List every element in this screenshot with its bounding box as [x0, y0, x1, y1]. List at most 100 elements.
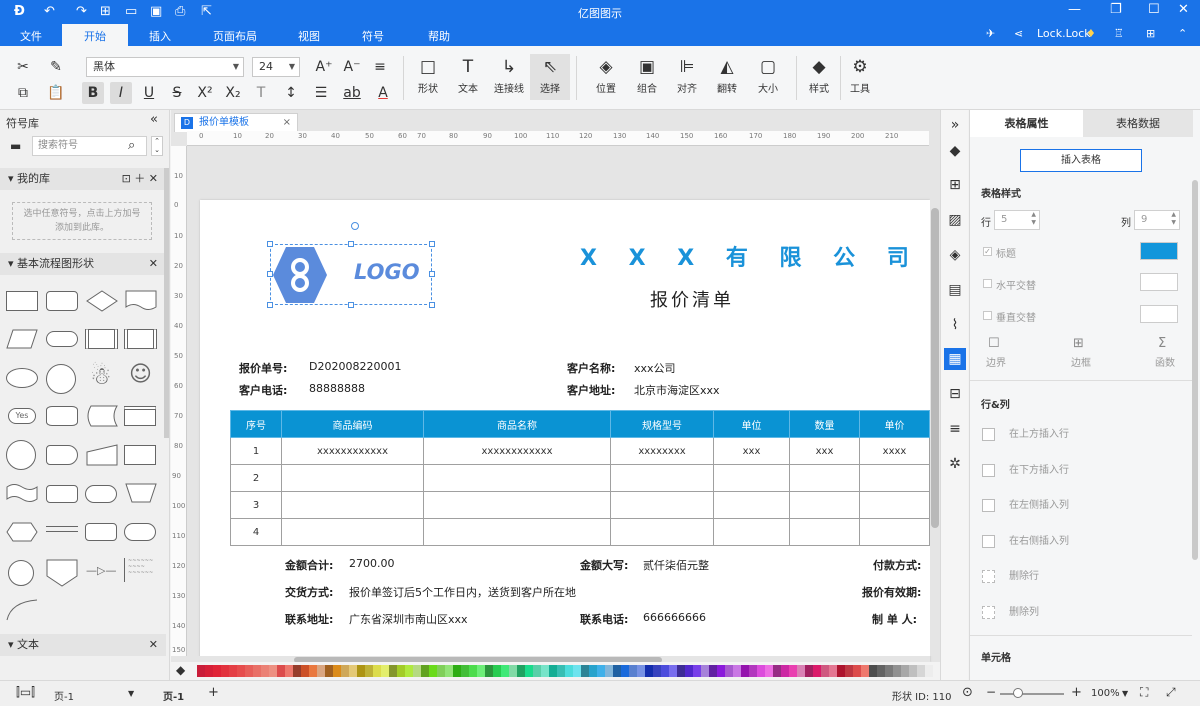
restore-icon[interactable]: ❐: [1110, 2, 1122, 17]
delivery-value[interactable]: 报价单签订后5个工作日内，送货到客户所在地: [349, 584, 576, 600]
shape-off-page[interactable]: [45, 558, 79, 588]
customer-phone-value[interactable]: 88888888: [309, 382, 365, 395]
shape-subroutine[interactable]: [124, 329, 157, 349]
color-swatch[interactable]: [469, 665, 477, 677]
color-swatch[interactable]: [677, 665, 685, 677]
zoom-in-icon[interactable]: +: [1071, 685, 1082, 700]
function-label[interactable]: 函数: [1155, 354, 1175, 369]
table-cell[interactable]: xxxxxxxxxxxx: [423, 437, 611, 465]
cut-icon[interactable]: ✂: [12, 56, 34, 78]
color-swatch[interactable]: [725, 665, 733, 677]
shape-arrow-connector[interactable]: —▷—: [86, 564, 116, 577]
shape-display[interactable]: [46, 485, 78, 503]
color-swatch[interactable]: [701, 665, 709, 677]
insert-table-button[interactable]: 插入表格: [1020, 149, 1142, 172]
color-swatch[interactable]: [757, 665, 765, 677]
color-swatch[interactable]: [805, 665, 813, 677]
color-swatch[interactable]: [589, 665, 597, 677]
color-swatch[interactable]: [597, 665, 605, 677]
tab-table-data[interactable]: 表格数据: [1083, 110, 1193, 137]
shape-tape[interactable]: [5, 481, 39, 505]
color-swatch[interactable]: [605, 665, 613, 677]
fill-bucket-icon[interactable]: ◆: [944, 140, 966, 162]
chevron-down-icon[interactable]: ▼: [1122, 689, 1128, 698]
text-case-icon[interactable]: T: [250, 82, 272, 104]
table-cell[interactable]: [713, 518, 790, 546]
text-section-header[interactable]: ▾ 文本 ✕: [0, 634, 166, 656]
shape-button[interactable]: □ 形状: [408, 56, 448, 95]
color-swatch[interactable]: [213, 665, 221, 677]
page-tab[interactable]: 页-1: [163, 688, 184, 703]
bullet-list-icon[interactable]: ☰: [310, 82, 332, 104]
table-cell[interactable]: [713, 491, 790, 519]
color-swatch[interactable]: [741, 665, 749, 677]
color-swatch[interactable]: [229, 665, 237, 677]
color-swatch[interactable]: [797, 665, 805, 677]
table-icon[interactable]: ▦: [944, 348, 966, 370]
highlight-icon[interactable]: ab: [341, 82, 363, 104]
color-swatch[interactable]: [645, 665, 653, 677]
zoom-out-icon[interactable]: −: [986, 685, 996, 699]
insert-row-above[interactable]: 在上方插入行: [982, 425, 1069, 441]
color-swatch[interactable]: [821, 665, 829, 677]
col-header[interactable]: 商品名称: [423, 410, 611, 438]
shape-decision[interactable]: [85, 289, 119, 313]
align-button[interactable]: ⊫ 对齐: [667, 56, 707, 95]
close-icon[interactable]: ✕: [1178, 2, 1189, 17]
color-swatch[interactable]: [437, 665, 445, 677]
color-swatch[interactable]: [453, 665, 461, 677]
color-swatch[interactable]: [413, 665, 421, 677]
color-swatch[interactable]: [365, 665, 373, 677]
copy-icon[interactable]: ⧉: [12, 82, 34, 104]
library-menu-icon[interactable]: ▬: [10, 139, 21, 153]
color-swatch[interactable]: [869, 665, 877, 677]
table-cell[interactable]: [789, 491, 860, 519]
quote-subtitle[interactable]: 报价清单: [650, 286, 734, 312]
spinner-icon[interactable]: ▲ ▼: [1031, 211, 1036, 227]
shape-data[interactable]: [5, 327, 39, 351]
color-swatch[interactable]: [829, 665, 837, 677]
vertical-scroll-thumb[interactable]: [931, 208, 939, 528]
page-dropdown[interactable]: 页-1: [54, 688, 74, 703]
color-swatch[interactable]: [813, 665, 821, 677]
rotate-handle[interactable]: [351, 222, 359, 230]
table-cell[interactable]: [281, 464, 424, 492]
chevron-down-icon[interactable]: ▼: [128, 689, 134, 698]
color-swatch[interactable]: [533, 665, 541, 677]
color-swatch[interactable]: [669, 665, 677, 677]
table-cell[interactable]: 2: [230, 464, 282, 492]
color-swatch[interactable]: [341, 665, 349, 677]
color-swatch[interactable]: [749, 665, 757, 677]
color-swatch[interactable]: [221, 665, 229, 677]
resize-handle[interactable]: [267, 271, 273, 277]
underline-icon[interactable]: U: [138, 82, 160, 104]
spinner-icon[interactable]: ▲ ▼: [1171, 211, 1176, 227]
shape-preparation[interactable]: [5, 520, 39, 544]
menu-symbol[interactable]: 符号: [362, 28, 384, 44]
page-icon[interactable]: ▤: [944, 279, 966, 301]
col-header[interactable]: 单价: [859, 410, 930, 438]
document-tab[interactable]: D 报价单模板 ×: [174, 113, 298, 132]
color-swatch[interactable]: [781, 665, 789, 677]
shape-document[interactable]: [124, 289, 158, 313]
border-label[interactable]: 边界: [986, 354, 1006, 369]
col-header[interactable]: 规格型号: [610, 410, 714, 438]
quote-table[interactable]: 序号 商品编码 商品名称 规格型号 单位 数量 单价 1 xxxxxxxxxxx…: [230, 410, 930, 546]
col-header[interactable]: 商品编码: [281, 410, 424, 438]
shape-delay[interactable]: [46, 445, 78, 465]
color-swatch[interactable]: [765, 665, 773, 677]
color-swatch[interactable]: [461, 665, 469, 677]
shape-parallel[interactable]: [46, 526, 78, 532]
table-cell[interactable]: [789, 464, 860, 492]
table-cell[interactable]: 1: [230, 437, 282, 465]
resize-handle[interactable]: [348, 302, 354, 308]
color-swatch[interactable]: [853, 665, 861, 677]
col-header[interactable]: 单位: [713, 410, 790, 438]
table-cell[interactable]: 3: [230, 491, 282, 519]
customer-addr-value[interactable]: 北京市海淀区xxx: [634, 382, 720, 398]
menu-home[interactable]: 开始: [62, 24, 128, 46]
color-swatch[interactable]: [205, 665, 213, 677]
color-swatch[interactable]: [261, 665, 269, 677]
scroll-spinner[interactable]: ⌃ ⌄: [151, 136, 163, 156]
color-swatch[interactable]: [845, 665, 853, 677]
